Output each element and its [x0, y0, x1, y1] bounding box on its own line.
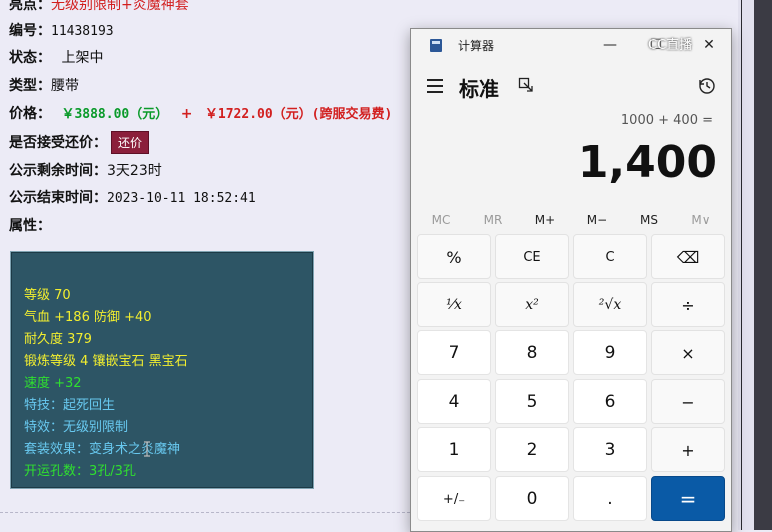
- digit-9-button[interactable]: 9: [573, 330, 647, 375]
- digit-1-button[interactable]: 1: [417, 427, 491, 472]
- memory-list-button[interactable]: M∨: [675, 207, 727, 233]
- digit-0-button[interactable]: 0: [495, 476, 569, 521]
- attr-durability: 耐久度 379: [24, 332, 92, 347]
- attr-effect: 特效：无级别限制: [24, 420, 129, 435]
- attributes-label: 属性：: [9, 218, 51, 234]
- digit-8-button[interactable]: 8: [495, 330, 569, 375]
- divider: [0, 512, 410, 513]
- memory-clear-button[interactable]: MC: [415, 207, 467, 233]
- close-button[interactable]: ✕: [694, 33, 724, 57]
- remaining-value: 3天23时: [107, 163, 162, 179]
- stream-watermark: CC直播: [648, 38, 693, 53]
- price-label: 价格：: [9, 106, 51, 122]
- digit-3-button[interactable]: 3: [573, 427, 647, 472]
- attr-set-effect: 套装效果：变身术之炎魔神: [24, 442, 181, 457]
- attr-skill: 特技：起死回生: [24, 398, 116, 413]
- subtract-button[interactable]: −: [651, 379, 725, 424]
- digit-7-button[interactable]: 7: [417, 330, 491, 375]
- reciprocal-button[interactable]: ¹⁄x: [417, 282, 491, 327]
- digit-2-button[interactable]: 2: [495, 427, 569, 472]
- multiply-button[interactable]: ×: [651, 330, 725, 375]
- end-time-label: 公示结束时间：: [9, 190, 107, 206]
- hamburger-menu-icon[interactable]: [427, 79, 443, 93]
- attributes-heading: 属性：: [9, 215, 51, 235]
- percent-button[interactable]: %: [417, 234, 491, 279]
- price-extra: ￥1722.00（元）(跨服交易费): [204, 107, 393, 122]
- keep-on-top-icon[interactable]: [518, 77, 534, 93]
- result-display: 1,400: [577, 137, 717, 188]
- memory-recall-button[interactable]: MR: [467, 207, 519, 233]
- clear-entry-button[interactable]: CE: [495, 234, 569, 279]
- highlight-row: 亮点：无级别限制+炎魔神套: [9, 0, 189, 14]
- remaining-label: 公示剩余时间：: [9, 163, 107, 179]
- memory-subtract-button[interactable]: M−: [571, 207, 623, 233]
- negate-button[interactable]: +/₋: [417, 476, 491, 521]
- text-cursor-icon: [144, 441, 150, 457]
- counter-offer-row: 是否接受还价： 还价: [9, 131, 150, 154]
- digit-4-button[interactable]: 4: [417, 379, 491, 424]
- price-value: ￥3888.00（元）: [61, 107, 169, 122]
- attributes-box: 等级 70 气血 +186 防御 +40 耐久度 379 锻炼等级 4 镶嵌宝石…: [10, 251, 314, 489]
- attr-speed: 速度 +32: [24, 376, 82, 391]
- window-title: 计算器: [458, 39, 495, 53]
- square-button[interactable]: x²: [495, 282, 569, 327]
- divider: [741, 0, 742, 530]
- calculator-window: 计算器 — ☐ ✕ CC直播 标准 1000 + 400 = 1,400 MC …: [410, 28, 732, 532]
- number-value: 11438193: [51, 24, 114, 39]
- add-button[interactable]: +: [651, 427, 725, 472]
- counter-offer-button[interactable]: 还价: [111, 131, 150, 154]
- minimize-button[interactable]: —: [595, 33, 625, 57]
- backspace-button[interactable]: ⌫: [651, 234, 725, 279]
- price-row: 价格： ￥3888.00（元） + ￥1722.00（元）(跨服交易费): [9, 103, 392, 123]
- attr-hp-defense: 气血 +186 防御 +40: [24, 310, 152, 325]
- clear-button[interactable]: C: [573, 234, 647, 279]
- highlight-value: 无级别限制+炎魔神套: [51, 0, 189, 13]
- counter-offer-label: 是否接受还价：: [9, 135, 107, 151]
- end-time-row: 公示结束时间：2023-10-11 18:52:41: [9, 187, 256, 207]
- status-value: 上架中: [61, 50, 104, 66]
- calculator-icon: [430, 39, 442, 52]
- remaining-row: 公示剩余时间：3天23时: [9, 160, 162, 180]
- square-root-button[interactable]: ²√x: [573, 282, 647, 327]
- type-value: 腰带: [51, 78, 79, 94]
- status-label: 状态：: [9, 50, 51, 66]
- memory-add-button[interactable]: M+: [519, 207, 571, 233]
- number-row: 编号：11438193: [9, 20, 114, 40]
- number-label: 编号：: [9, 23, 51, 39]
- memory-row: MC MR M+ M− MS M∨: [415, 207, 727, 233]
- end-time-value: 2023-10-11 18:52:41: [107, 191, 256, 206]
- type-row: 类型：腰带: [9, 75, 79, 95]
- title-bar[interactable]: 计算器 — ☐ ✕ CC直播: [411, 29, 731, 61]
- memory-store-button[interactable]: MS: [623, 207, 675, 233]
- highlight-label: 亮点：: [9, 0, 51, 13]
- digit-6-button[interactable]: 6: [573, 379, 647, 424]
- history-icon[interactable]: [698, 77, 716, 95]
- type-label: 类型：: [9, 78, 51, 94]
- decimal-button[interactable]: .: [573, 476, 647, 521]
- status-row: 状态： 上架中: [9, 47, 103, 67]
- mode-title: 标准: [459, 77, 499, 101]
- window-edge: [754, 0, 772, 530]
- attr-slots: 开运孔数：3孔/3孔: [24, 464, 136, 479]
- attr-level: 等级 70: [24, 288, 71, 303]
- digit-5-button[interactable]: 5: [495, 379, 569, 424]
- divide-button[interactable]: ÷: [651, 282, 725, 327]
- expression-display: 1000 + 400 =: [620, 113, 713, 128]
- attr-forge-gem: 锻炼等级 4 镶嵌宝石 黑宝石: [24, 354, 188, 369]
- price-plus: +: [180, 106, 193, 122]
- equals-button[interactable]: =: [651, 476, 725, 521]
